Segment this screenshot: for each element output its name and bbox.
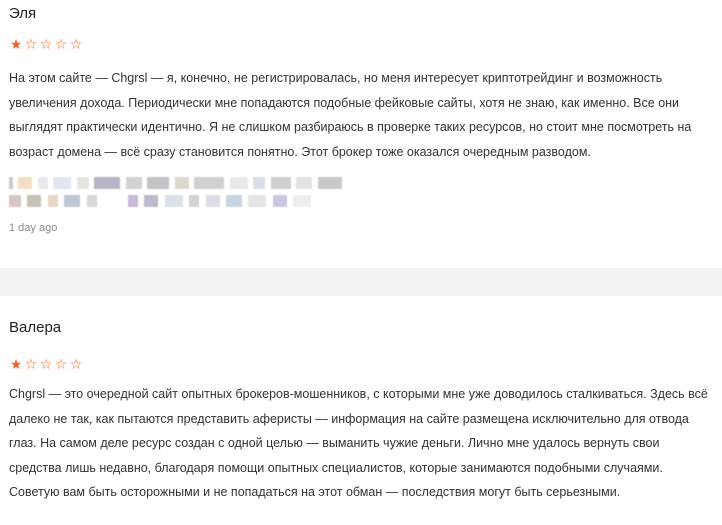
- review-timestamp: 1 day ago: [9, 222, 58, 234]
- star-empty-icon: ☆: [54, 36, 68, 52]
- redacted-link-continuation[interactable]: [9, 192, 313, 207]
- star-empty-icon: ☆: [54, 356, 68, 372]
- review-text: На этом сайте — Chgrsl — я, конечно, не …: [9, 71, 692, 159]
- review-text: Chgrsl — это очередной сайт опытных брок…: [9, 387, 708, 499]
- star-rating: ★ ☆ ☆ ☆ ☆: [9, 37, 83, 51]
- star-empty-icon: ☆: [24, 36, 38, 52]
- star-filled-icon: ★: [9, 36, 23, 52]
- review-card: Эля ★ ☆ ☆ ☆ ☆ На этом сайте — Chgrsl — я…: [0, 0, 722, 268]
- star-empty-icon: ☆: [69, 356, 83, 372]
- review-separator: [0, 268, 722, 296]
- star-filled-icon: ★: [9, 356, 23, 372]
- star-rating: ★ ☆ ☆ ☆ ☆: [9, 357, 83, 371]
- review-author: Валера: [9, 319, 62, 336]
- star-empty-icon: ☆: [39, 36, 53, 52]
- review-author: Эля: [9, 5, 37, 22]
- review-card: Валера ★ ☆ ☆ ☆ ☆ Chgrsl — это очередной …: [0, 296, 722, 525]
- review-text-container: На этом сайте — Chgrsl — я, конечно, не …: [9, 66, 714, 190]
- star-empty-icon: ☆: [69, 36, 83, 52]
- star-empty-icon: ☆: [39, 356, 53, 372]
- redacted-link[interactable]: [9, 171, 344, 190]
- star-empty-icon: ☆: [24, 356, 38, 372]
